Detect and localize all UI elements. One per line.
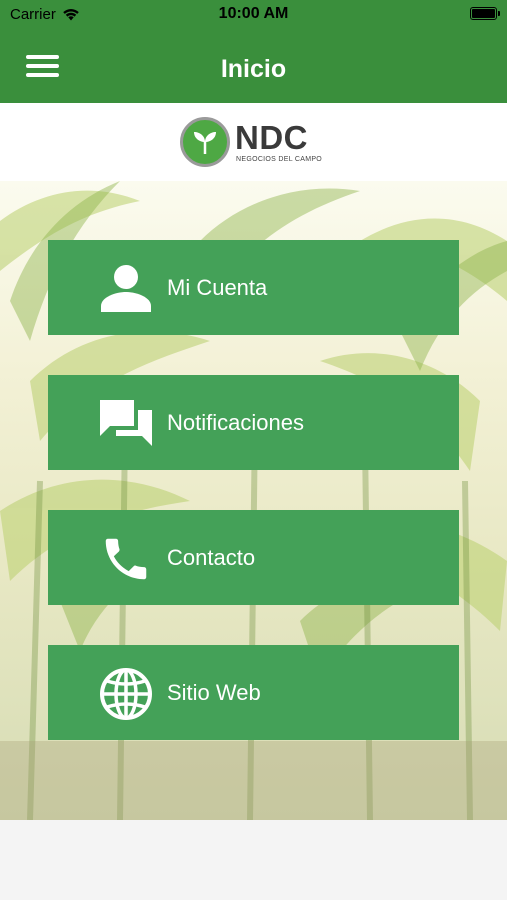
person-icon (98, 261, 154, 317)
logo-tagline: NEGOCIOS DEL CAMPO (236, 156, 323, 163)
logo-banner: NDC NEGOCIOS DEL CAMPO (0, 103, 507, 181)
logo-name: NDC (235, 119, 308, 156)
phone-icon (98, 531, 154, 587)
globe-icon (98, 666, 154, 722)
notificaciones-label: Notificaciones (167, 410, 304, 435)
mi-cuenta-button[interactable]: Mi Cuenta (48, 240, 459, 335)
status-bar: Carrier 10:00 AM (0, 0, 507, 30)
contacto-button[interactable]: Contacto (48, 510, 459, 605)
status-time: 10:00 AM (218, 5, 289, 22)
notificaciones-button[interactable]: Notificaciones (48, 375, 459, 470)
chat-icon (98, 396, 154, 452)
sitio-web-button[interactable]: Sitio Web (48, 645, 459, 740)
navigation-bar: Carrier 10:00 AM Inicio (0, 0, 507, 103)
app-screen: Carrier 10:00 AM Inicio NDC NEGOCIOS DEL… (0, 0, 507, 900)
bottom-blank-area (0, 820, 507, 900)
sitio-web-label: Sitio Web (167, 680, 261, 705)
battery-icon (470, 7, 500, 20)
ndc-logo: NDC NEGOCIOS DEL CAMPO (180, 117, 330, 169)
contacto-label: Contacto (167, 545, 256, 570)
mi-cuenta-label: Mi Cuenta (167, 275, 268, 300)
sprout-icon (180, 117, 230, 167)
page-title: Inicio (220, 55, 287, 83)
